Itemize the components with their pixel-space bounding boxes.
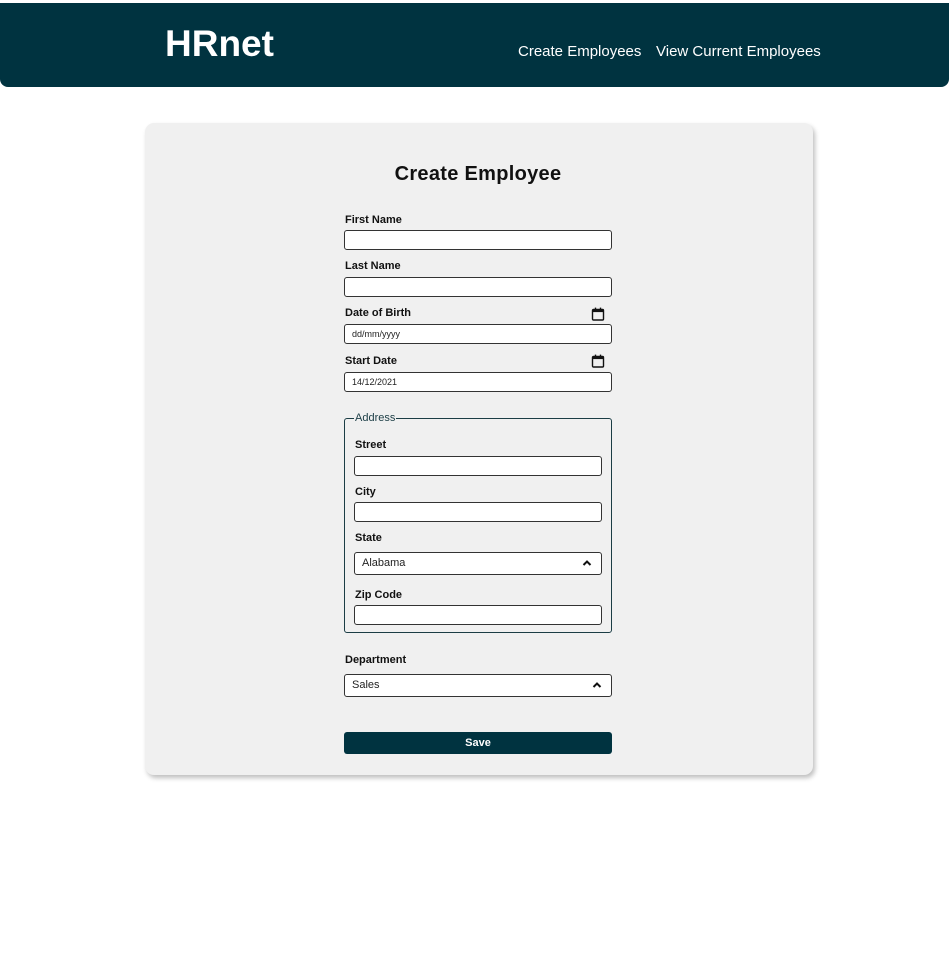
- first-name-label: First Name: [345, 214, 402, 226]
- city-label: City: [355, 486, 376, 498]
- page-title: Create Employee: [394, 163, 562, 185]
- app-header: HRnet Create Employees View Current Empl…: [0, 3, 949, 87]
- address-legend: Address: [354, 411, 397, 425]
- zip-code-label: Zip Code: [355, 589, 403, 601]
- street-label: Street: [355, 439, 387, 451]
- street-input[interactable]: [354, 456, 602, 476]
- department-select[interactable]: Sales: [344, 674, 612, 697]
- nav-create-employees[interactable]: Create Employees: [518, 43, 641, 61]
- save-button[interactable]: Save: [344, 732, 612, 754]
- department-select-value: Sales: [352, 679, 380, 691]
- calendar-icon[interactable]: [591, 307, 605, 321]
- start-date-label: Start Date: [345, 355, 397, 367]
- last-name-label: Last Name: [345, 260, 401, 272]
- first-name-input[interactable]: [344, 230, 612, 250]
- state-label: State: [355, 532, 382, 544]
- zip-code-input[interactable]: [354, 605, 602, 625]
- start-date-input[interactable]: 14/12/2021: [344, 372, 612, 392]
- date-of-birth-input[interactable]: dd/mm/yyyy: [344, 324, 612, 344]
- date-of-birth-label: Date of Birth: [345, 307, 411, 319]
- last-name-input[interactable]: [344, 277, 612, 297]
- chevron-up-icon[interactable]: [582, 559, 592, 567]
- calendar-icon[interactable]: [591, 354, 605, 368]
- app-logo: HRnet: [165, 23, 274, 64]
- chevron-up-icon[interactable]: [592, 681, 602, 689]
- state-select[interactable]: Alabama: [354, 552, 602, 575]
- nav-view-current-employees[interactable]: View Current Employees: [656, 43, 821, 61]
- state-select-value: Alabama: [362, 557, 406, 569]
- department-label: Department: [345, 654, 407, 666]
- city-input[interactable]: [354, 502, 602, 522]
